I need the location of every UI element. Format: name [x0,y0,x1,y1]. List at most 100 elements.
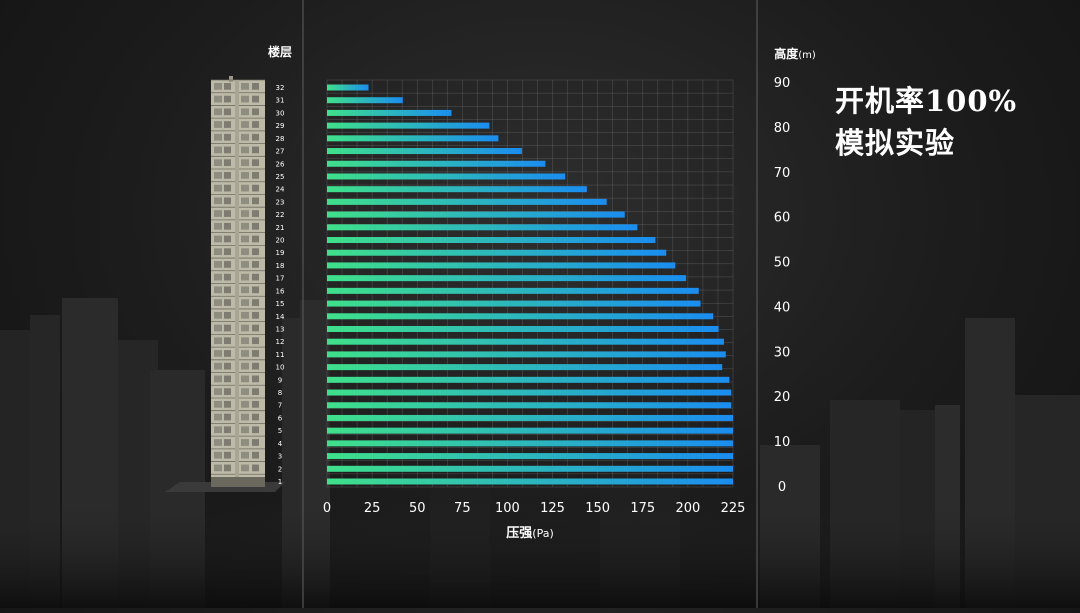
building-window [241,235,249,243]
floor-label: 11 [276,351,285,359]
building-window [241,311,249,319]
bar-floor-7 [327,402,732,409]
floor-label: 23 [276,198,285,206]
building-window [252,273,259,281]
bar-floor-5 [327,427,733,434]
building-window [241,222,249,230]
height-tick-label: 60 [774,211,791,226]
building-window [241,184,249,192]
floor-label: 14 [276,313,285,321]
floor-label: 5 [278,427,282,435]
building-window [252,248,259,256]
bar-floor-12 [327,338,724,345]
building-window [214,439,222,446]
building-window [252,362,259,370]
building-window [224,210,231,217]
building-window [224,413,231,421]
building-window [214,324,222,332]
building-window [214,464,222,472]
building-window [214,426,222,434]
bar-floor-18 [327,262,676,269]
building-window [252,108,259,116]
building-window [252,172,259,179]
building-window [224,299,231,306]
height-tick-label: 30 [774,345,791,360]
height-tick-label: 20 [774,390,791,405]
building-center-column [235,80,239,487]
floor-label: 8 [278,389,282,397]
building-window [241,324,249,332]
building-window [241,248,249,256]
building-window [224,273,231,281]
stage: 1 2 3 4 5 6 7 8 9 10 11 12 13 14 15 16 17 18 19 20 21 22 23 24 2… [0,0,1080,608]
bar-floor-29 [327,122,490,129]
x-tick-label: 25 [364,501,381,516]
floor-label: 20 [276,237,285,245]
height-tick-label: 0 [778,480,786,495]
building-window [214,210,222,217]
building-window [224,350,231,357]
building-window [241,451,249,459]
building-window [224,464,231,472]
floor-label: 10 [276,364,285,372]
svg-text:压强(Pa): 压强(Pa) [506,526,554,541]
building-window [241,362,249,370]
floor-label: 31 [276,97,285,105]
building-window [252,375,259,383]
x-tick-label: 0 [323,501,331,516]
building-window [252,299,259,306]
building-window [224,388,231,395]
building-window [252,324,259,332]
floor-label: 6 [278,414,283,422]
building-window [214,222,222,230]
building-window [214,172,222,179]
building-window [224,83,231,90]
x-tick-label: 175 [630,501,655,516]
floor-label: 18 [276,262,285,270]
floor-label: 19 [276,249,285,257]
bar-floor-1 [327,478,733,485]
svg-text:高度(m): 高度(m) [774,46,816,61]
building-window [224,362,231,370]
building-window [252,222,259,230]
building-window [241,108,249,116]
height-axis-label: 高度 [774,46,799,61]
chart-bars [327,84,733,485]
building-window [214,273,222,281]
building-window [241,210,249,217]
bar-floor-32 [327,84,369,91]
floor-label: 26 [276,160,285,168]
building-window [214,451,222,459]
floor-label: 16 [276,287,285,295]
building-window [241,172,249,179]
experiment-heading: 开机率100% 模拟实验 [835,80,1075,164]
building-window [241,121,249,128]
building-window [224,375,231,383]
x-axis-label: 压强 [506,526,532,541]
building-window [252,388,259,395]
x-tick-label: 50 [409,501,426,516]
building-window [214,388,222,395]
building-window [214,350,222,357]
building-window [224,426,231,434]
x-tick-label: 225 [721,501,746,516]
building-window [241,299,249,306]
building-window [252,197,259,205]
building-window [214,159,222,167]
building-window [214,413,222,421]
floor-label: 29 [276,122,285,130]
building-window [224,324,231,332]
floor-label: 9 [278,376,282,384]
building-window [252,210,259,217]
height-axis-ticks: 0 10 20 30 40 50 60 70 80 90 [774,76,791,495]
floor-label: 24 [276,186,285,194]
building-window [252,121,259,128]
bar-floor-23 [327,198,607,205]
building-window [214,400,222,408]
building-window [241,439,249,446]
building-window [224,95,231,103]
building-window [241,426,249,434]
bar-floor-30 [327,109,452,116]
building-window [241,400,249,408]
bar-floor-9 [327,376,730,383]
